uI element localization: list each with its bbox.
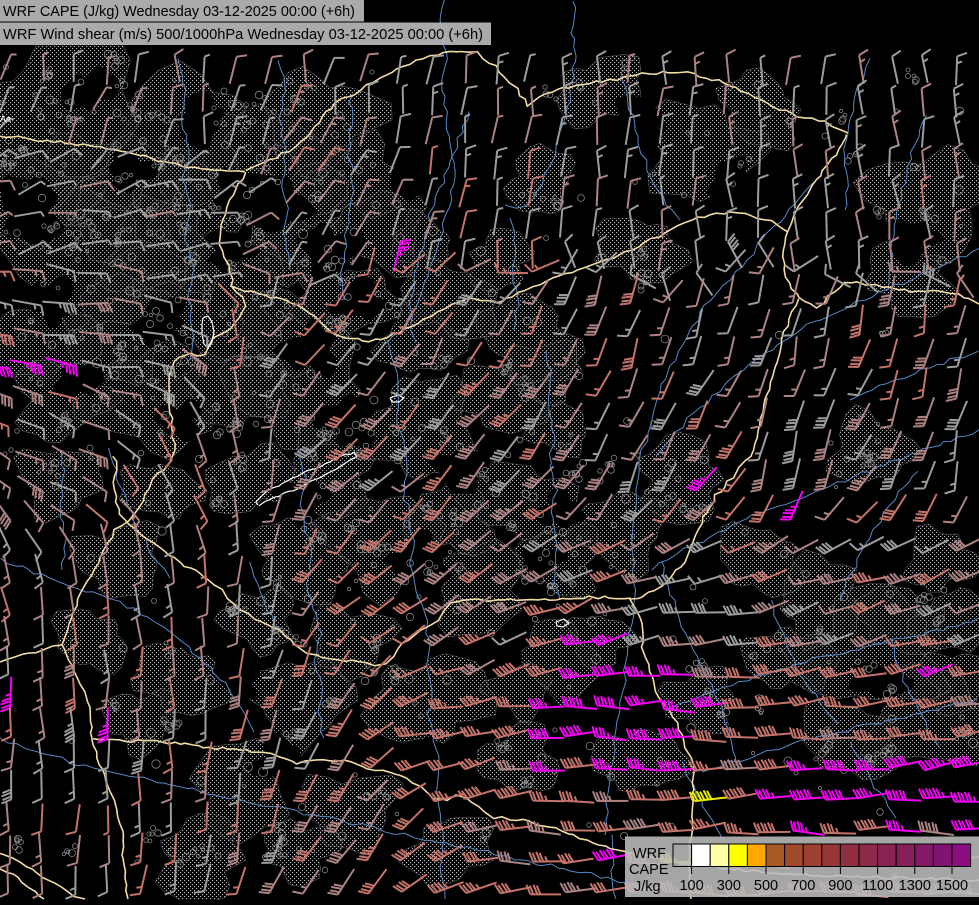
svg-text:1100: 1100 [862, 878, 893, 894]
svg-text:700: 700 [791, 878, 815, 894]
svg-text:WRF Wind shear (m/s) 500/1000h: WRF Wind shear (m/s) 500/1000hPa Wednesd… [3, 26, 483, 43]
svg-text:Aa: Aa [0, 114, 11, 124]
svg-text:WRF CAPE (J/kg) Wednesday 03-1: WRF CAPE (J/kg) Wednesday 03-12-2025 00:… [3, 3, 355, 20]
svg-text:CAPE: CAPE [629, 862, 669, 878]
svg-text:100: 100 [679, 878, 703, 894]
svg-text:900: 900 [828, 878, 852, 894]
svg-text:1300: 1300 [899, 878, 931, 894]
svg-text:500: 500 [754, 878, 778, 894]
svg-text:J/kg: J/kg [634, 879, 661, 895]
svg-text:300: 300 [717, 878, 741, 894]
svg-text:WRF: WRF [633, 846, 666, 862]
svg-text:1500: 1500 [936, 878, 968, 894]
